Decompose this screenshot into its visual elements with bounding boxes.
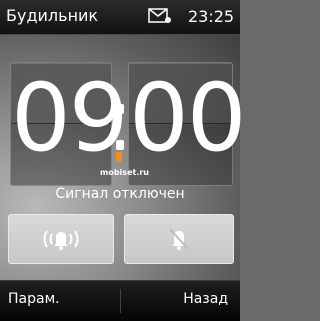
alarm-status: Сигнал отключен	[55, 186, 185, 202]
alarm-minutes: 00	[129, 64, 247, 173]
softkey-divider	[120, 289, 121, 313]
alarm-sound-icon	[43, 230, 79, 250]
status-clock: 23:25	[188, 7, 235, 26]
watermark-logo	[116, 152, 122, 162]
alarm-screen: Будильник 23:25 09 00 mobiset.ru Сигнал …	[0, 0, 247, 321]
watermark-text: mobiset.ru	[100, 168, 149, 177]
alarm-sound-button[interactable]	[8, 214, 114, 264]
status-bar: Будильник 23:25	[0, 0, 240, 35]
muted-bell-icon	[169, 228, 189, 250]
options-softkey[interactable]: Парам.	[8, 291, 60, 307]
alarm-time[interactable]: 09 00 mobiset.ru	[0, 62, 247, 202]
back-softkey[interactable]: Назад	[183, 291, 228, 307]
mail-icon	[148, 8, 171, 23]
app-title: Будильник	[6, 6, 99, 25]
softkey-bar: Парам. Назад	[0, 280, 240, 321]
hours-box[interactable]: 09	[10, 62, 129, 186]
alarm-hours: 09	[11, 64, 129, 173]
mute-button[interactable]	[124, 214, 234, 264]
